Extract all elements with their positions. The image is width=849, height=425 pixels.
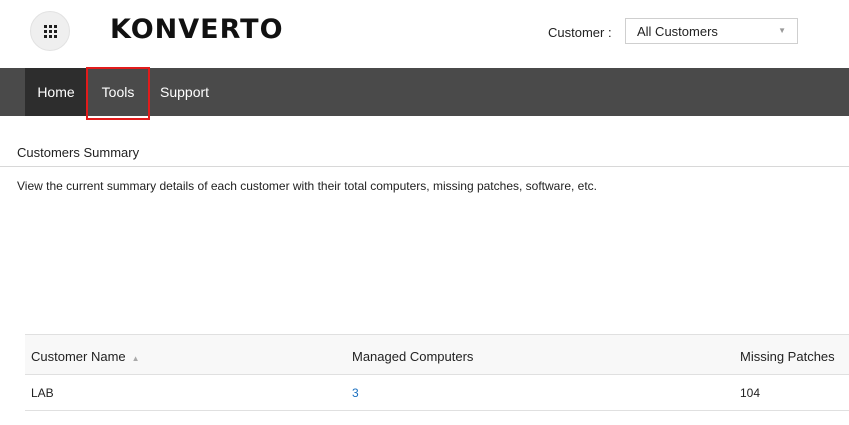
section-divider xyxy=(0,166,849,167)
customer-select-value: All Customers xyxy=(637,24,718,39)
sort-ascending-icon: ▲ xyxy=(131,354,140,363)
logo: KONVERTO xyxy=(110,14,284,45)
column-header-label: Customer Name xyxy=(31,349,126,364)
section-title: Customers Summary xyxy=(17,145,140,160)
nav-home[interactable]: Home xyxy=(25,68,87,116)
cell-managed-computers-link[interactable]: 3 xyxy=(352,386,359,400)
nav-support[interactable]: Support xyxy=(151,68,221,116)
column-header-missing-patches[interactable]: Missing Patches xyxy=(740,349,835,364)
section-description: View the current summary details of each… xyxy=(17,179,598,193)
column-header-managed-computers[interactable]: Managed Computers xyxy=(352,349,473,364)
caret-down-icon: ▼ xyxy=(778,26,786,35)
customer-select[interactable]: All Customers ▼ xyxy=(625,18,798,44)
apps-menu-button[interactable] xyxy=(30,11,70,51)
apps-grid-icon xyxy=(43,24,57,38)
column-header-customer-name[interactable]: Customer Name ▲ xyxy=(31,349,140,364)
table-row: LAB 3 104 xyxy=(25,375,849,411)
cell-missing-patches: 104 xyxy=(740,386,761,400)
customer-label: Customer : xyxy=(548,25,612,40)
table-header: Customer Name ▲ Managed Computers Missing… xyxy=(25,334,849,375)
tools-highlight-box xyxy=(86,67,150,120)
cell-customer-name: LAB xyxy=(31,386,54,400)
